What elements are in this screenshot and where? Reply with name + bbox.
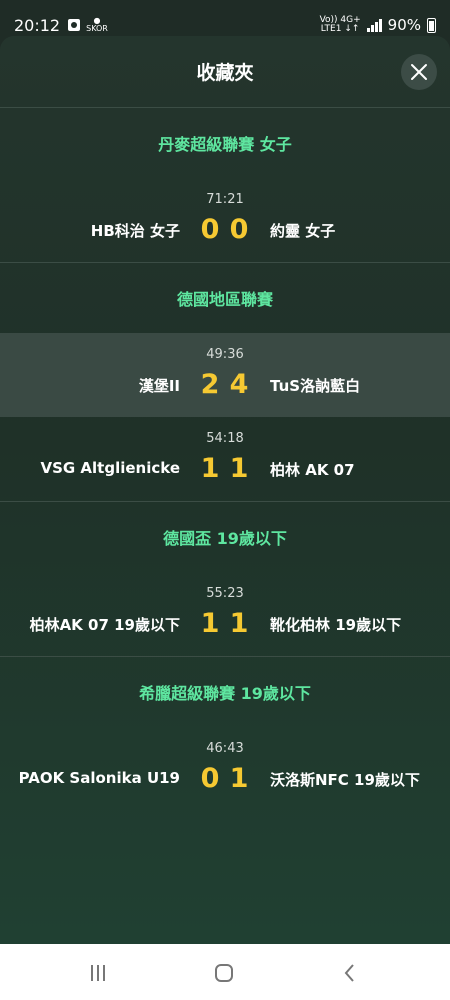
back-icon xyxy=(344,964,354,982)
recents-button[interactable] xyxy=(86,962,110,984)
away-score: 1 xyxy=(229,453,249,484)
league-header[interactable]: 德國盃 19歲以下 xyxy=(0,502,450,572)
away-score: 0 xyxy=(229,214,249,245)
away-score: 1 xyxy=(229,763,249,794)
match-time: 49:36 xyxy=(206,347,244,362)
page-title: 收藏夾 xyxy=(196,62,254,84)
skores-icon: ● SKOR xyxy=(86,16,108,33)
match-row[interactable]: 54:18 VSG Altglienicke 1 1 柏林 AK 07 xyxy=(0,417,450,501)
home-team: 漢堡II xyxy=(138,377,180,395)
home-icon xyxy=(215,964,233,982)
notification-icon xyxy=(68,19,81,31)
signal-icon xyxy=(366,18,382,32)
match-row[interactable]: 71:21 HB科治 女子 0 0 約靈 女子 xyxy=(0,178,450,262)
battery-icon xyxy=(427,17,436,33)
home-score: 2 xyxy=(200,369,220,400)
panel-header: 收藏夾 xyxy=(0,36,450,108)
close-icon xyxy=(411,64,427,80)
match-row[interactable]: 49:36 漢堡II 2 4 TuS洛訥藍白 xyxy=(0,333,450,417)
match-time: 54:18 xyxy=(206,431,244,446)
network-indicator: Vo)) 4G+ LTE1 ↓↑ xyxy=(320,16,361,34)
home-button[interactable] xyxy=(212,962,236,984)
away-team: TuS洛訥藍白 xyxy=(270,377,361,395)
away-team: 約靈 女子 xyxy=(270,222,336,240)
league-header[interactable]: 丹麥超級聯賽 女子 xyxy=(0,108,450,178)
home-team: HB科治 女子 xyxy=(90,222,180,240)
skores-label: SKOR xyxy=(86,24,108,33)
away-team: 柏林 AK 07 xyxy=(270,461,355,479)
match-time: 46:43 xyxy=(206,741,244,756)
home-score: 1 xyxy=(200,453,220,484)
close-button[interactable] xyxy=(401,54,437,90)
match-time: 55:23 xyxy=(206,586,244,601)
away-score: 1 xyxy=(229,608,249,639)
status-time: 20:12 xyxy=(14,15,61,35)
league-header[interactable]: 德國地區聯賽 xyxy=(0,263,450,333)
home-team: PAOK Salonika U19 xyxy=(18,769,180,787)
match-row[interactable]: 55:23 柏林AK 07 19歲以下 1 1 靴化柏林 19歲以下 xyxy=(0,572,450,656)
home-score: 0 xyxy=(200,214,220,245)
system-nav-bar xyxy=(0,944,450,1000)
battery-percent: 90% xyxy=(387,16,421,34)
league-header[interactable]: 希臘超級聯賽 19歲以下 xyxy=(0,657,450,727)
back-button[interactable] xyxy=(338,962,362,984)
home-team: VSG Altglienicke xyxy=(40,459,180,477)
away-score: 4 xyxy=(229,369,249,400)
status-right: Vo)) 4G+ LTE1 ↓↑ 90% xyxy=(320,16,436,34)
home-score: 1 xyxy=(200,608,220,639)
home-team: 柏林AK 07 19歲以下 xyxy=(29,616,180,634)
away-team: 沃洛斯NFC 19歲以下 xyxy=(270,771,420,789)
match-row[interactable]: 46:43 PAOK Salonika U19 0 1 沃洛斯NFC 19歲以下 xyxy=(0,727,450,811)
favorites-panel: 收藏夾 丹麥超級聯賽 女子 71:21 HB科治 女子 0 0 約靈 女子 德國… xyxy=(0,36,450,944)
match-time: 71:21 xyxy=(206,192,244,207)
home-score: 0 xyxy=(200,763,220,794)
network-bottom: LTE1 ↓↑ xyxy=(320,24,360,34)
away-team: 靴化柏林 19歲以下 xyxy=(270,616,402,634)
recents-icon xyxy=(91,965,105,981)
